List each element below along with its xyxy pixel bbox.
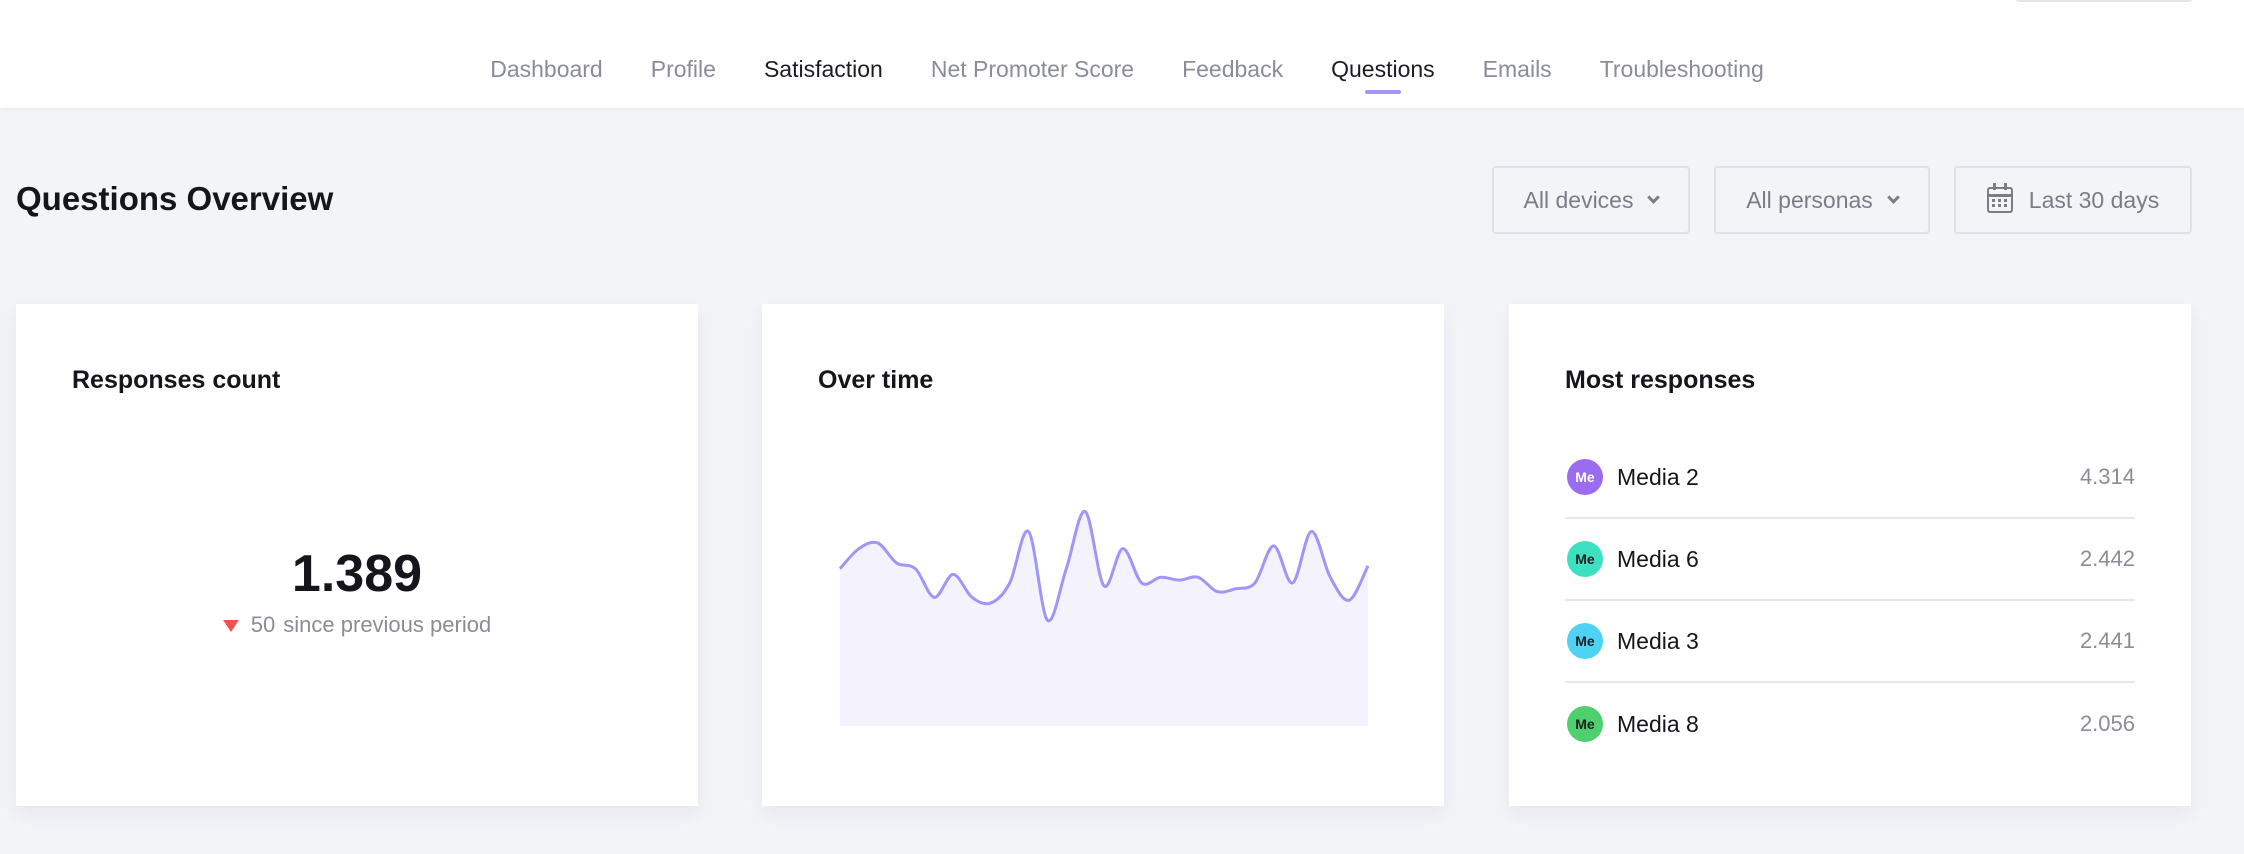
devices-dropdown[interactable]: All devices [1492,166,1690,234]
chart-point [1192,571,1204,583]
list-item-label: Media 3 [1617,627,1699,654]
page-title: Questions Overview [16,180,334,217]
chart-point [1004,577,1016,589]
chart-area-fill [840,511,1368,726]
list-item-label: Media 2 [1617,463,1699,490]
chart-point [985,597,997,609]
personas-dropdown-label: All personas [1746,186,1873,213]
chart-point [853,543,865,555]
chart-point [1041,614,1053,626]
tab-profile[interactable]: Profile [651,56,716,83]
chart-point [872,537,884,549]
chart-point [1079,506,1091,518]
over-time-card: Over time [762,304,1444,806]
list-item-value: 2.441 [2079,628,2135,653]
list-item-label: Media 8 [1617,710,1699,737]
chart-point [891,557,903,569]
chart-point [928,591,940,603]
tab-questions[interactable]: Questions [1331,56,1435,94]
chart-point [1268,540,1280,552]
avatar: Me [1567,541,1603,577]
calendar-icon [1986,183,2013,213]
chart-point [1362,560,1374,572]
chart-point [1060,563,1072,575]
chart-point [1211,586,1223,598]
avatar: Me [1567,706,1603,742]
chart-point [1173,574,1185,586]
most-responses-card: Most responses Me Media 2 4.314 Me Media… [1509,304,2191,806]
list-item-value: 2.056 [2079,711,2135,736]
responses-count-card: Responses count 1.389 50 since previous … [16,304,698,806]
over-time-chart [834,506,1374,726]
chart-point [1155,571,1167,583]
chart-point [909,563,921,575]
tab-bar: Dashboard Profile Satisfaction Net Promo… [0,0,2244,108]
tab-net-promoter-score[interactable]: Net Promoter Score [931,56,1134,83]
list-item[interactable]: Me Media 2 4.314 [1565,437,2135,519]
chart-point [1230,583,1242,595]
list-item-value: 2.442 [2079,546,2135,571]
list-item[interactable]: Me Media 6 2.442 [1565,519,2135,601]
chart-point [1117,543,1129,555]
chevron-down-icon [1886,190,1900,204]
avatar: Me [1567,623,1603,659]
personas-dropdown[interactable]: All personas [1714,166,1930,234]
responses-count-value: 1.389 [291,545,423,603]
delta-value: 50 [250,612,276,637]
list-item-label: Media 6 [1617,545,1699,572]
tab-satisfaction[interactable]: Satisfaction [764,56,883,83]
chart-point [1324,571,1336,583]
card-title: Responses count [72,366,281,394]
chart-point [1136,577,1148,589]
date-range-label: Last 30 days [2028,186,2160,213]
list-item-value: 4.314 [2079,464,2135,489]
chart-point [1098,580,1110,592]
delta-text: since previous period [283,612,492,637]
list-item[interactable]: Me Media 3 2.441 [1565,601,2135,683]
tab-feedback[interactable]: Feedback [1182,56,1283,83]
devices-dropdown-label: All devices [1523,186,1634,213]
chart-point [1249,577,1261,589]
responses-delta: 50 since previous period [16,612,698,638]
tab-emails[interactable]: Emails [1483,56,1552,83]
chart-point [834,563,846,575]
avatar: Me [1567,459,1603,495]
chevron-down-icon [1647,190,1661,204]
chart-point [1305,526,1317,538]
arrow-down-icon [222,620,239,632]
chart-point [966,591,978,603]
list-item[interactable]: Me Media 8 2.056 [1565,683,2135,765]
chart-point [1287,577,1299,589]
tab-dashboard[interactable]: Dashboard [490,56,603,83]
top-navigation-bar: Dashboard Profile Satisfaction Net Promo… [0,0,2244,108]
chart-point [947,568,959,580]
card-title: Most responses [1565,366,1756,394]
tab-troubleshooting[interactable]: Troubleshooting [1600,56,1764,83]
most-responses-list: Me Media 2 4.314 Me Media 6 2.442 Me Med… [1565,437,2135,765]
date-range-button[interactable]: Last 30 days [1954,166,2192,234]
chart-point [1343,594,1355,606]
chart-point [1023,526,1035,538]
